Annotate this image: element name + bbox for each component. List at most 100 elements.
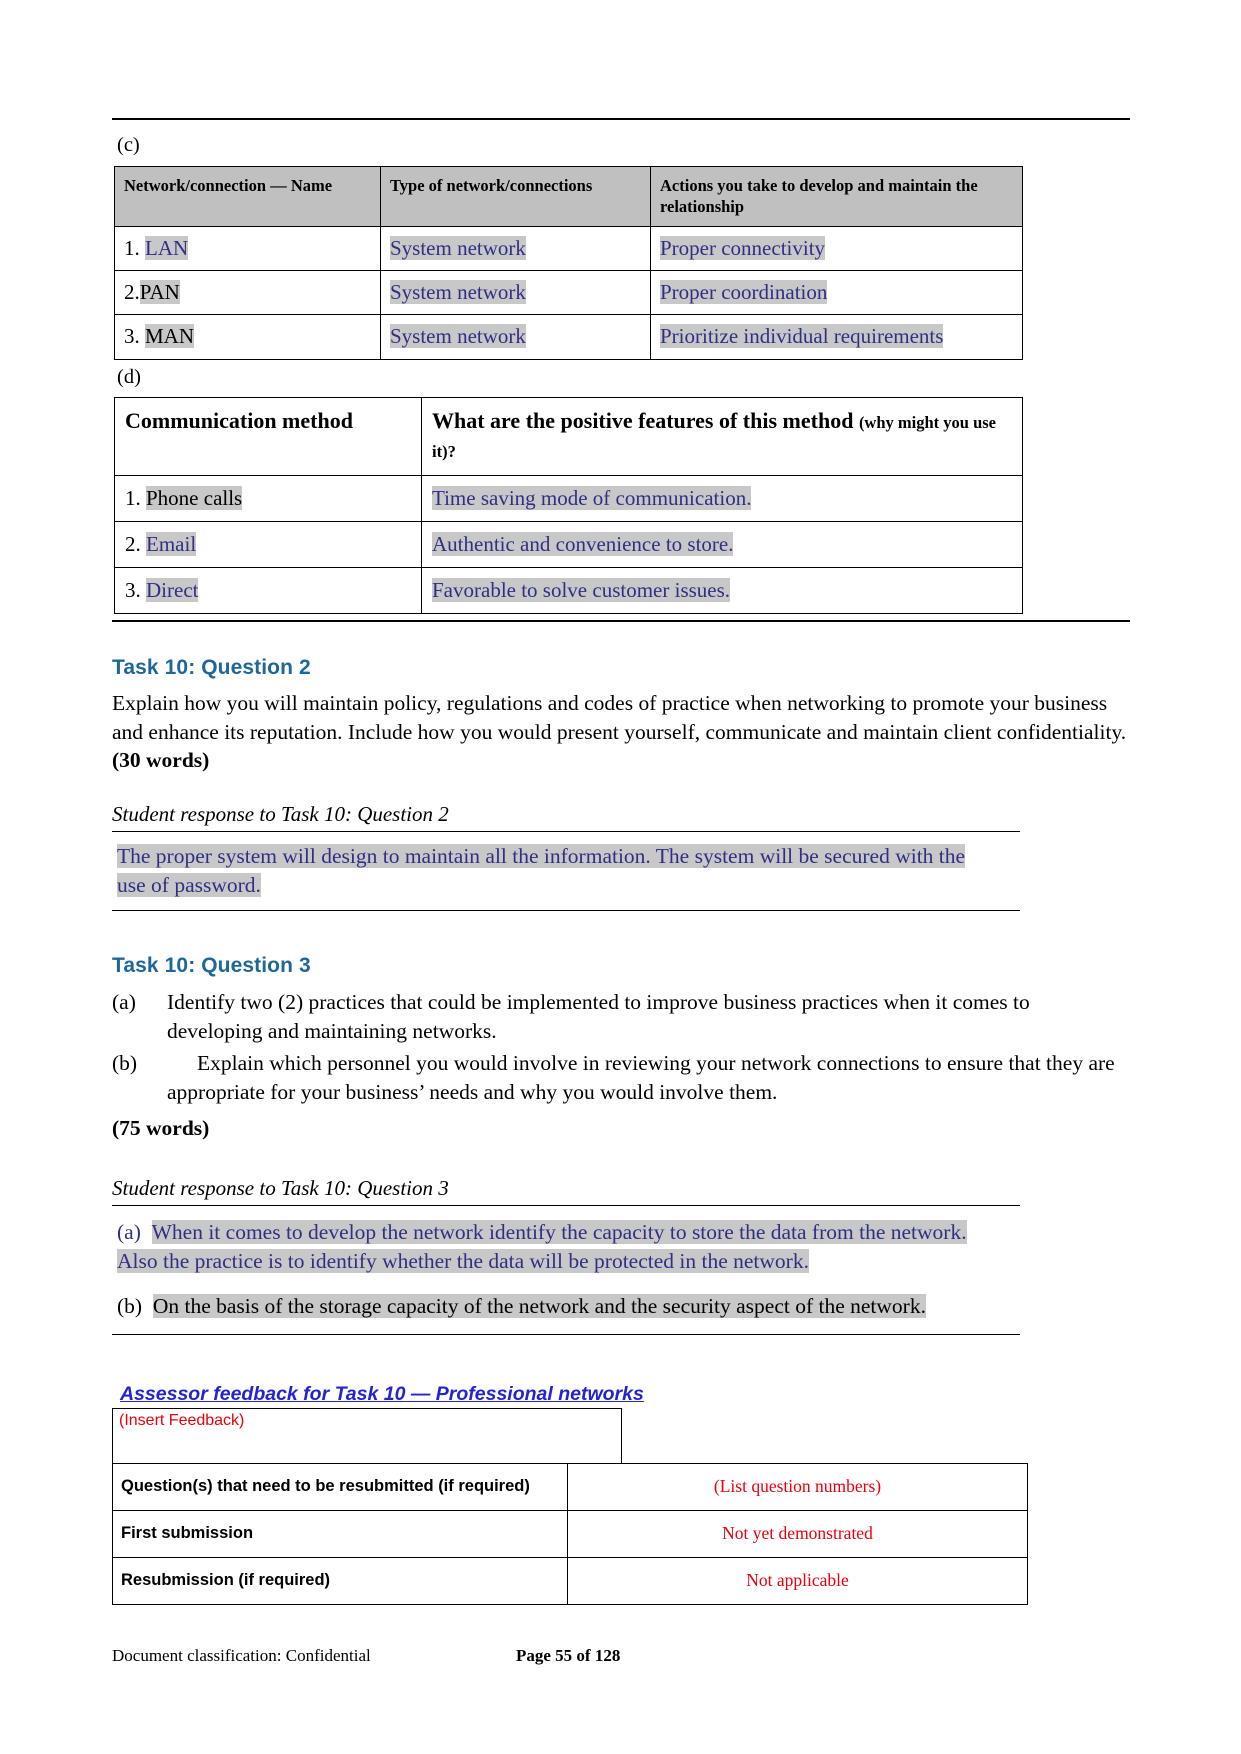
- cell-method: 2. Email: [114, 520, 422, 569]
- task-q3-word-limit: (75 words): [112, 1116, 210, 1141]
- cell-name: 2.PAN: [114, 270, 381, 316]
- cell-type: System network: [380, 314, 651, 360]
- list-item-text: Explain which personnel you would involv…: [167, 1051, 1115, 1104]
- task-q3-response-b-text: On the basis of the storage capacity of …: [152, 1294, 926, 1319]
- row-action-value: Prioritize individual requirements: [660, 324, 944, 349]
- footer-page-number: Page 55 of 128: [516, 1646, 621, 1665]
- table-row: First submission Not yet demonstrated: [112, 1509, 1028, 1558]
- document-page: (c) Network/connection — Name Type of ne…: [0, 0, 1241, 1754]
- table-header-row: Communication method What are the positi…: [114, 397, 1023, 476]
- row-feature-value: Favorable to solve customer issues.: [432, 578, 731, 602]
- task-q2-response-heading: Student response to Task 10: Question 2: [112, 802, 449, 827]
- assessor-feedback-placeholder: (Insert Feedback): [119, 1412, 245, 1430]
- communication-method-table: Communication method What are the positi…: [114, 397, 1023, 615]
- section-c-label: (c): [117, 134, 140, 156]
- assessor-feedback-title: Assessor feedback for Task 10 — Professi…: [120, 1383, 644, 1406]
- assessor-status-table: Question(s) that need to be resubmitted …: [112, 1462, 1028, 1605]
- resubmit-questions-label: Question(s) that need to be resubmitted …: [112, 1462, 568, 1511]
- row-name-value: LAN: [145, 235, 189, 260]
- row-number: 3.: [125, 578, 146, 602]
- row-type-value: System network: [390, 235, 526, 260]
- task-q3-items: (a) Identify two (2) practices that coul…: [112, 988, 1130, 1106]
- footer-classification: Document classification: Confidential: [112, 1646, 371, 1665]
- task-q2-response-line1: The proper system will design to maintai…: [117, 844, 966, 869]
- row-name-value: MAN: [145, 324, 195, 349]
- row-type-value: System network: [390, 280, 526, 305]
- row-action-value: Proper connectivity: [660, 235, 826, 260]
- table-row: 2.PAN System network Proper coordination: [114, 270, 1023, 316]
- row-method-value: Email: [146, 531, 197, 556]
- table-row: 1. Phone calls Time saving mode of commu…: [114, 474, 1023, 522]
- task-q3-response-a-line1: When it comes to develop the network ide…: [151, 1220, 967, 1245]
- task-q3-response-b: (b) On the basis of the storage capacity…: [117, 1292, 1017, 1320]
- cell-type: System network: [380, 225, 651, 272]
- network-connections-table: Network/connection — Name Type of networ…: [114, 165, 1023, 360]
- list-item-marker: (b): [112, 1051, 138, 1076]
- page-footer: Document classification: Confidential Pa…: [112, 1646, 1130, 1666]
- cell-action: Proper connectivity: [650, 225, 1023, 272]
- cell-feature: Time saving mode of communication.: [421, 474, 1023, 522]
- cell-name: 3. MAN: [114, 314, 381, 360]
- cell-method: 3. Direct: [114, 566, 422, 615]
- list-item-marker: (a): [112, 990, 136, 1015]
- row-action-value: Proper coordination: [660, 280, 828, 305]
- resubmit-questions-value[interactable]: (List question numbers): [567, 1462, 1028, 1511]
- table-row: 2. Email Authentic and convenience to st…: [114, 520, 1023, 569]
- task-q3-heading: Task 10: Question 3: [112, 954, 311, 978]
- list-item: (a) Identify two (2) practices that coul…: [112, 988, 1130, 1045]
- table-row: 3. Direct Favorable to solve customer is…: [114, 566, 1023, 615]
- list-item: (b) Explain which personnel you would in…: [112, 1049, 1130, 1106]
- col-header-method: Communication method: [114, 397, 422, 476]
- col-header-type: Type of network/connections: [380, 165, 651, 227]
- task-q2-response-box[interactable]: The proper system will design to maintai…: [112, 831, 1020, 912]
- col-header-features: What are the positive features of this m…: [421, 397, 1023, 476]
- cell-action: Prioritize individual requirements: [650, 314, 1023, 360]
- cell-action: Proper coordination: [650, 270, 1023, 316]
- task-q2-response-line2: use of password.: [117, 872, 261, 897]
- table-row: 1. LAN System network Proper connectivit…: [114, 225, 1023, 272]
- cell-type: System network: [380, 270, 651, 316]
- list-item-text: Identify two (2) practices that could be…: [167, 990, 1030, 1043]
- first-submission-label: First submission: [112, 1509, 568, 1558]
- col-header-actions: Actions you take to develop and maintain…: [650, 165, 1023, 227]
- resubmission-value[interactable]: Not applicable: [567, 1556, 1028, 1605]
- task-q3-response-b-marker: (b): [117, 1294, 143, 1319]
- row-name-value: PAN: [139, 280, 180, 305]
- row-method-value: Phone calls: [146, 485, 243, 510]
- row-number: 3.: [124, 324, 145, 349]
- tables-region: (c) Network/connection — Name Type of ne…: [112, 118, 1130, 623]
- cell-feature: Authentic and convenience to store.: [421, 520, 1023, 569]
- row-number: 2.: [125, 531, 146, 556]
- section-d-label: (d): [117, 365, 141, 388]
- resubmission-label: Resubmission (if required): [112, 1556, 568, 1605]
- task-q3-response-a: (a) When it comes to develop the network…: [117, 1218, 1017, 1275]
- first-submission-value[interactable]: Not yet demonstrated: [567, 1509, 1028, 1558]
- row-number: 2.: [124, 280, 140, 305]
- assessor-feedback-input[interactable]: (Insert Feedback): [112, 1408, 622, 1465]
- cell-method: 1. Phone calls: [114, 474, 422, 522]
- row-method-value: Direct: [146, 578, 199, 602]
- table-row: 3. MAN System network Prioritize individ…: [114, 314, 1023, 360]
- table-row: Question(s) that need to be resubmitted …: [112, 1462, 1028, 1511]
- task-q2-prompt: Explain how you will maintain policy, re…: [112, 689, 1130, 775]
- table-row: Resubmission (if required) Not applicabl…: [112, 1556, 1028, 1605]
- cell-name: 1. LAN: [114, 225, 381, 272]
- task-q3-response-box[interactable]: (a) When it comes to develop the network…: [112, 1205, 1020, 1336]
- task-q2-prompt-text: Explain how you will maintain policy, re…: [112, 691, 1127, 744]
- col-header-name: Network/connection — Name: [114, 165, 381, 227]
- task-q3-response-heading: Student response to Task 10: Question 3: [112, 1176, 449, 1201]
- cell-feature: Favorable to solve customer issues.: [421, 566, 1023, 615]
- row-number: 1.: [124, 235, 145, 260]
- task-q2-heading: Task 10: Question 2: [112, 656, 311, 680]
- task-q2-word-limit: (30 words): [112, 748, 210, 773]
- table-header-row: Network/connection — Name Type of networ…: [114, 165, 1023, 227]
- task-q3-response-a-line2: Also the practice is to identify whether…: [117, 1248, 809, 1273]
- task-q2-response-text: The proper system will design to maintai…: [117, 842, 1017, 899]
- row-type-value: System network: [390, 324, 526, 349]
- task-q3-response-a-marker: (a): [117, 1220, 141, 1245]
